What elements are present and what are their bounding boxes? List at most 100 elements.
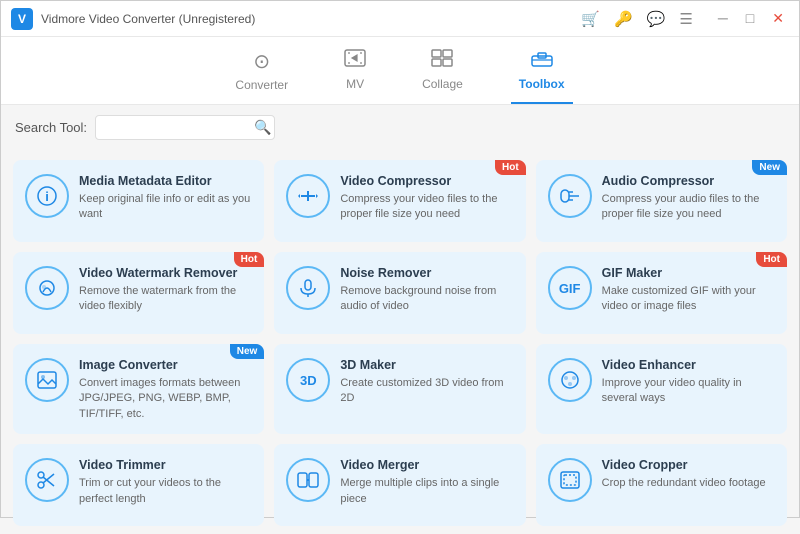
tool-card-gif-maker[interactable]: Hot GIF GIF Maker Make customized GIF with … — [536, 252, 787, 334]
tool-name-video-watermark: Video Watermark Remover — [79, 266, 252, 280]
tool-icon-noise-remover — [286, 266, 330, 310]
tool-card-audio-compressor[interactable]: NewAudio Compressor Compress your audio f… — [536, 160, 787, 242]
tool-icon-video-cropper — [548, 458, 592, 502]
tool-icon-media-metadata: i — [25, 174, 69, 218]
tab-mv[interactable]: MV — [336, 45, 374, 104]
tool-desc-video-enhancer: Improve your video quality in several wa… — [602, 376, 775, 407]
cart-icon[interactable]: 🛒 — [581, 10, 600, 28]
tool-icon-video-trimmer — [25, 458, 69, 502]
tool-name-image-converter: Image Converter — [79, 358, 252, 372]
tools-grid: i Media Metadata Editor Keep original file… — [13, 160, 787, 526]
tool-info-noise-remover: Noise Remover Remove background noise fro… — [340, 266, 513, 315]
tool-desc-audio-compressor: Compress your audio files to the proper … — [602, 192, 775, 223]
tool-name-video-cropper: Video Cropper — [602, 458, 775, 472]
tool-name-video-enhancer: Video Enhancer — [602, 358, 775, 372]
tool-desc-noise-remover: Remove background noise from audio of vi… — [340, 284, 513, 315]
badge-video-compressor: Hot — [495, 160, 526, 175]
tool-desc-video-trimmer: Trim or cut your videos to the perfect l… — [79, 476, 252, 507]
tool-desc-3d-maker: Create customized 3D video from 2D — [340, 376, 513, 407]
tab-toolbox-label: Toolbox — [519, 77, 565, 91]
tool-card-video-merger[interactable]: Video Merger Merge multiple clips into a … — [274, 444, 525, 526]
badge-video-watermark: Hot — [234, 252, 265, 267]
tab-converter[interactable]: ⊙ Converter — [227, 45, 296, 104]
chat-icon[interactable]: 💬 — [647, 10, 666, 28]
tool-card-video-compressor[interactable]: HotVideo Compressor Compress your video f… — [274, 160, 525, 242]
tab-mv-label: MV — [346, 77, 364, 91]
tool-name-gif-maker: GIF Maker — [602, 266, 775, 280]
menu-icon[interactable]: ☰ — [679, 10, 692, 28]
app-title: Vidmore Video Converter (Unregistered) — [41, 12, 255, 26]
mv-icon — [344, 49, 366, 73]
tool-info-video-watermark: Video Watermark Remover Remove the waterm… — [79, 266, 252, 315]
tool-card-video-cropper[interactable]: Video Cropper Crop the redundant video fo… — [536, 444, 787, 526]
tool-icon-video-enhancer — [548, 358, 592, 402]
tool-icon-video-merger — [286, 458, 330, 502]
tool-desc-media-metadata: Keep original file info or edit as you w… — [79, 192, 252, 223]
tool-info-3d-maker: 3D Maker Create customized 3D video from … — [340, 358, 513, 407]
tool-info-video-enhancer: Video Enhancer Improve your video quality… — [602, 358, 775, 407]
titlebar-actions: 🛒 🔑 💬 ☰ ─ □ ✕ — [581, 8, 789, 29]
tool-name-video-merger: Video Merger — [340, 458, 513, 472]
nav-tabs: ⊙ Converter MV Collage — [1, 37, 799, 105]
tool-desc-video-merger: Merge multiple clips into a single piece — [340, 476, 513, 507]
close-button[interactable]: ✕ — [767, 8, 789, 29]
tool-card-3d-maker[interactable]: 3D 3D Maker Create customized 3D video fro… — [274, 344, 525, 434]
tab-collage[interactable]: Collage — [414, 45, 471, 104]
search-icon[interactable]: 🔍 — [254, 119, 271, 136]
key-icon[interactable]: 🔑 — [614, 10, 633, 28]
tool-info-gif-maker: GIF Maker Make customized GIF with your v… — [602, 266, 775, 315]
tab-collage-label: Collage — [422, 77, 463, 91]
converter-icon: ⊙ — [253, 49, 270, 74]
tab-toolbox[interactable]: Toolbox — [511, 45, 573, 104]
tool-icon-3d-maker: 3D — [286, 358, 330, 402]
tab-converter-label: Converter — [235, 78, 288, 92]
tool-name-media-metadata: Media Metadata Editor — [79, 174, 252, 188]
maximize-button[interactable]: □ — [741, 8, 759, 29]
tool-card-video-watermark[interactable]: HotVideo Watermark Remover Remove the wat… — [13, 252, 264, 334]
tool-icon-video-compressor — [286, 174, 330, 218]
tool-icon-audio-compressor — [548, 174, 592, 218]
tool-card-video-trimmer[interactable]: Video Trimmer Trim or cut your videos to … — [13, 444, 264, 526]
content-area: i Media Metadata Editor Keep original file… — [1, 150, 799, 534]
tool-info-video-merger: Video Merger Merge multiple clips into a … — [340, 458, 513, 507]
tool-desc-video-cropper: Crop the redundant video footage — [602, 476, 775, 491]
tool-icon-video-watermark — [25, 266, 69, 310]
tool-info-video-trimmer: Video Trimmer Trim or cut your videos to … — [79, 458, 252, 507]
collage-icon — [431, 49, 453, 73]
tool-name-audio-compressor: Audio Compressor — [602, 174, 775, 188]
tool-card-noise-remover[interactable]: Noise Remover Remove background noise fro… — [274, 252, 525, 334]
tool-info-video-compressor: Video Compressor Compress your video file… — [340, 174, 513, 223]
tool-desc-gif-maker: Make customized GIF with your video or i… — [602, 284, 775, 315]
search-bar: Search Tool: 🔍 — [1, 105, 799, 150]
tool-info-media-metadata: Media Metadata Editor Keep original file … — [79, 174, 252, 223]
search-input[interactable] — [104, 121, 254, 135]
tool-card-video-enhancer[interactable]: Video Enhancer Improve your video quality… — [536, 344, 787, 434]
tool-card-media-metadata[interactable]: i Media Metadata Editor Keep original file… — [13, 160, 264, 242]
svg-text:i: i — [45, 189, 49, 204]
tool-card-image-converter[interactable]: NewImage Converter Convert images formats… — [13, 344, 264, 434]
tool-name-video-trimmer: Video Trimmer — [79, 458, 252, 472]
search-label: Search Tool: — [15, 120, 87, 135]
tool-info-audio-compressor: Audio Compressor Compress your audio file… — [602, 174, 775, 223]
tool-icon-image-converter — [25, 358, 69, 402]
tool-desc-image-converter: Convert images formats between JPG/JPEG,… — [79, 376, 252, 422]
tool-name-noise-remover: Noise Remover — [340, 266, 513, 280]
tool-icon-gif-maker: GIF — [548, 266, 592, 310]
window-controls: ─ □ ✕ — [713, 8, 789, 29]
tools-grid-wrapper: i Media Metadata Editor Keep original file… — [1, 150, 799, 534]
tool-name-3d-maker: 3D Maker — [340, 358, 513, 372]
tool-name-video-compressor: Video Compressor — [340, 174, 513, 188]
tool-desc-video-watermark: Remove the watermark from the video flex… — [79, 284, 252, 315]
toolbox-icon — [531, 49, 553, 73]
minimize-button[interactable]: ─ — [713, 8, 733, 29]
badge-gif-maker: Hot — [756, 252, 787, 267]
tool-desc-video-compressor: Compress your video files to the proper … — [340, 192, 513, 223]
tool-info-image-converter: Image Converter Convert images formats be… — [79, 358, 252, 422]
badge-audio-compressor: New — [752, 160, 787, 175]
tool-info-video-cropper: Video Cropper Crop the redundant video fo… — [602, 458, 775, 491]
badge-image-converter: New — [230, 344, 265, 359]
search-input-wrap: 🔍 — [95, 115, 275, 140]
titlebar: V Vidmore Video Converter (Unregistered)… — [1, 1, 799, 37]
titlebar-left: V Vidmore Video Converter (Unregistered) — [11, 8, 255, 30]
app-logo: V — [11, 8, 33, 30]
